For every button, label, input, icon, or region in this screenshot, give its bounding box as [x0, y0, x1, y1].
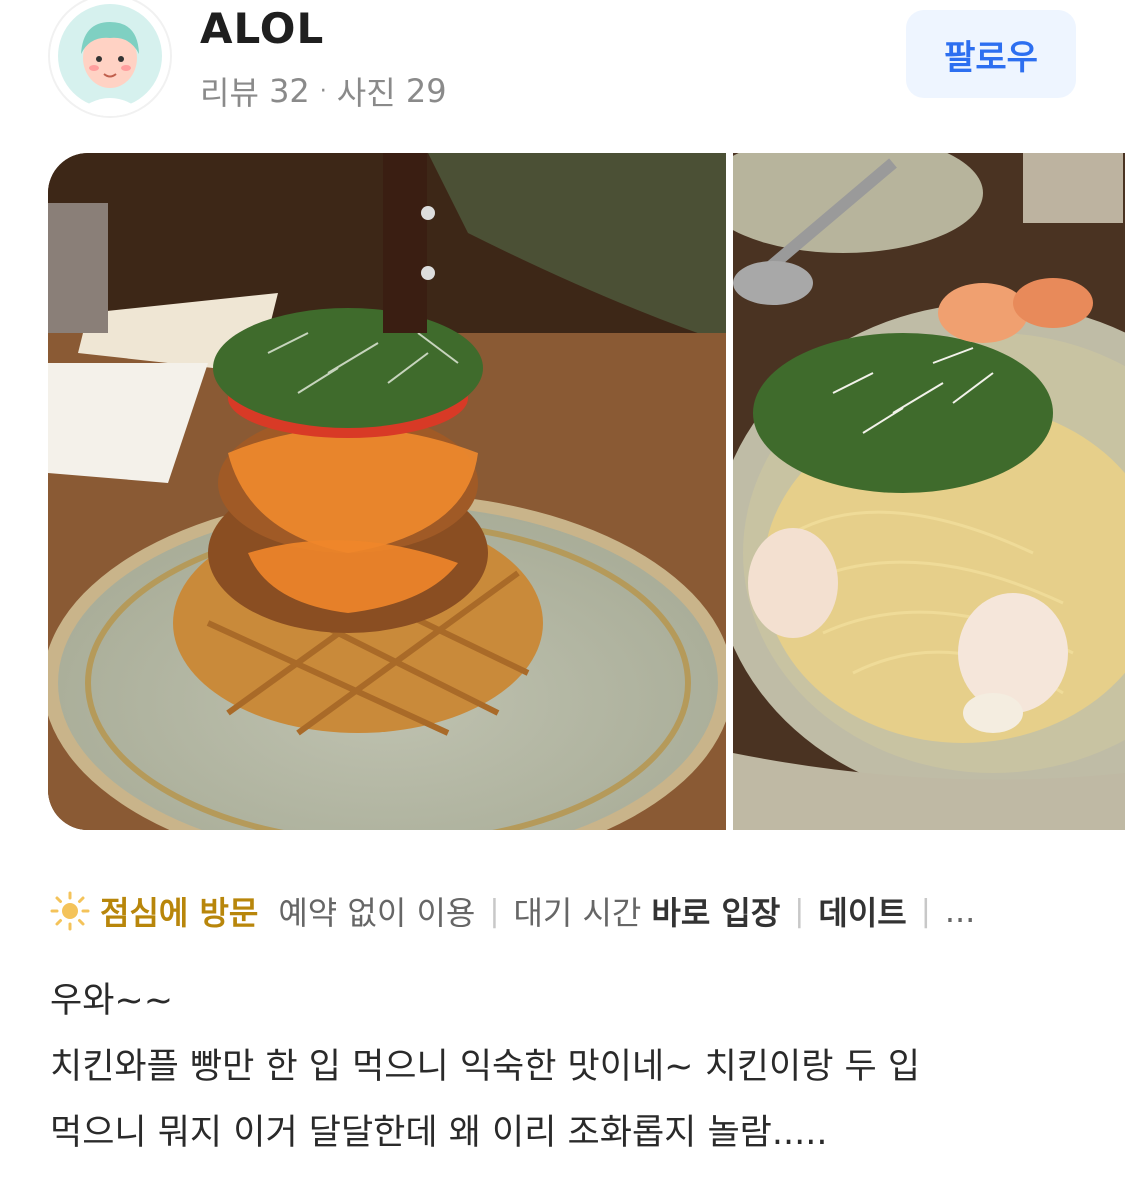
avatar-illustration: [50, 0, 170, 116]
visit-tag-value: 예약 없이 이용: [278, 894, 476, 932]
review-line: 우와~~: [50, 981, 174, 1021]
review-line: 먹으니 뭐지 이거 달달한데 왜 이리 조화롭지 놀람.....: [50, 1113, 828, 1153]
avatar[interactable]: [50, 0, 170, 116]
visit-tag-key: 대기 시간: [513, 894, 642, 932]
visit-tag: 예약 없이 이용: [278, 888, 475, 934]
tag-divider: |: [489, 893, 500, 929]
review-label: 리뷰: [200, 74, 259, 112]
follow-button[interactable]: 팔로우: [906, 10, 1076, 98]
user-stats: 리뷰 32 · 사진 29: [200, 68, 447, 114]
visit-time: 점심에 방문: [100, 894, 259, 932]
photo-count: 29: [405, 72, 447, 110]
visit-tags: 점심에 방문 예약 없이 이용 | 대기 시간 바로 입장 | 데이트 | ...: [50, 886, 975, 936]
tag-divider: |: [920, 893, 931, 929]
more-tags[interactable]: ...: [945, 892, 976, 930]
visit-tag-value: 바로 입장: [651, 894, 781, 932]
separator-dot: ·: [319, 78, 327, 104]
visit-tag-value: 데이트: [818, 894, 907, 932]
shrimp-pasta-photo[interactable]: [733, 153, 1125, 830]
review-text[interactable]: 우와~~ 치킨와플 빵만 한 입 먹으니 익숙한 맛이네~ 치킨이랑 두 입 먹…: [50, 968, 1080, 1166]
username[interactable]: ALOL: [200, 4, 324, 53]
review-line: 치킨와플 빵만 한 입 먹으니 익숙한 맛이네~ 치킨이랑 두 입: [50, 1047, 921, 1087]
chicken-waffle-photo[interactable]: [48, 153, 726, 830]
review-count: 32: [269, 72, 310, 110]
tag-divider: |: [794, 893, 805, 929]
visit-tag: 대기 시간 바로 입장: [513, 888, 780, 934]
sun-icon: [50, 891, 90, 931]
visit-tag: 데이트: [818, 888, 906, 934]
photo-label: 사진: [336, 74, 396, 112]
